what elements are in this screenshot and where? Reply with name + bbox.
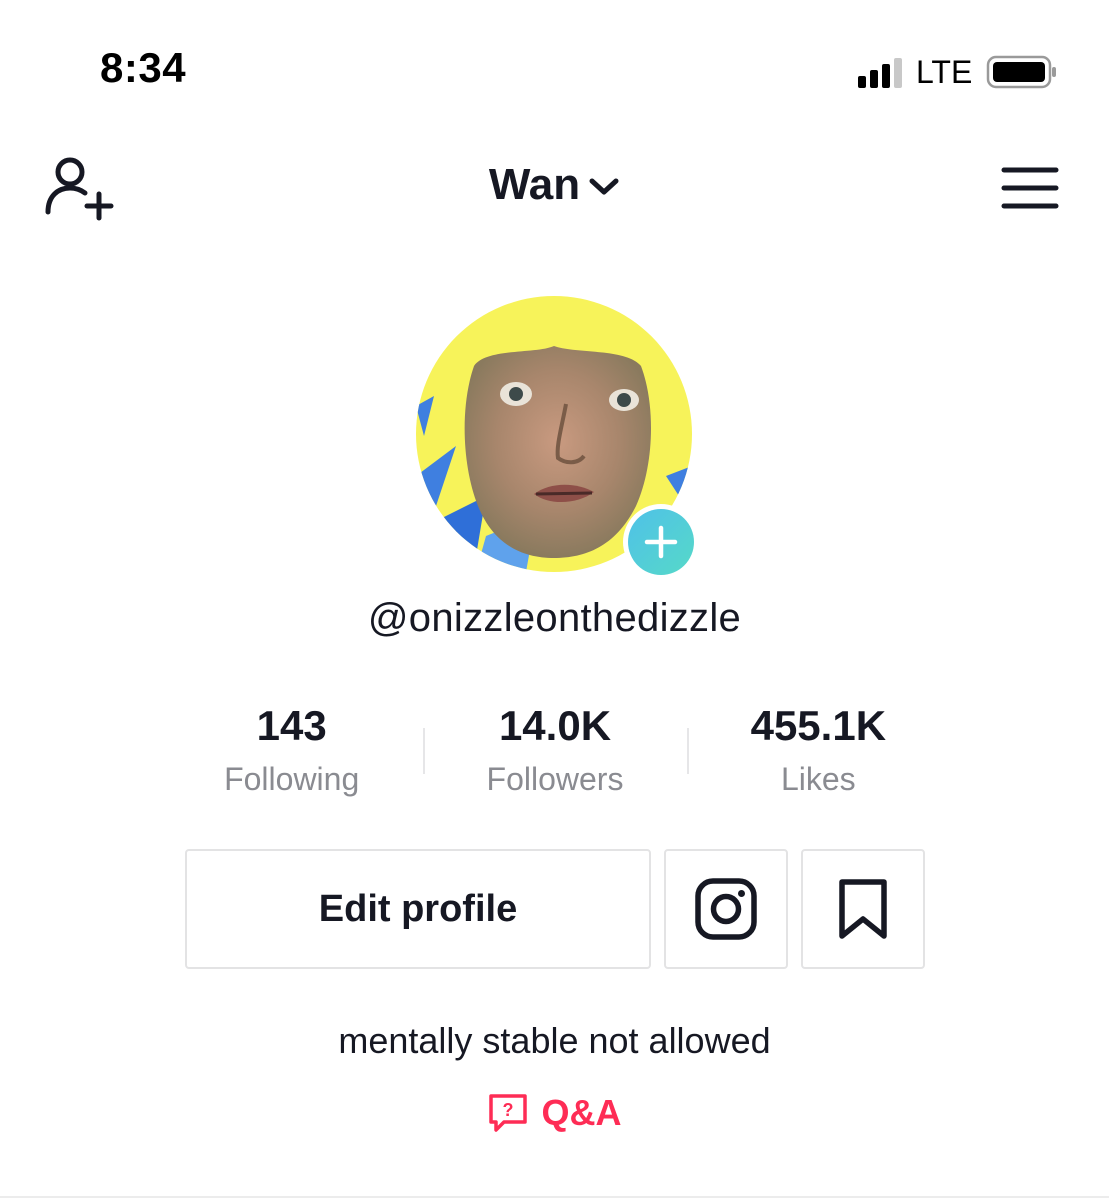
account-switcher[interactable]: Wan bbox=[0, 160, 1109, 210]
account-name: Wan bbox=[488, 160, 581, 209]
stat-value: 14.0K bbox=[498, 702, 612, 749]
qa-link[interactable]: ? Q&A bbox=[0, 1092, 1109, 1134]
add-avatar-button[interactable] bbox=[623, 504, 699, 580]
stat-label: Likes bbox=[780, 761, 856, 797]
username: @onizzleonthedizzle bbox=[367, 596, 742, 640]
stat-label: Following bbox=[224, 761, 360, 797]
divider bbox=[0, 1196, 1109, 1198]
edit-profile-label: Edit profile bbox=[318, 887, 518, 930]
plus-icon bbox=[628, 509, 694, 575]
battery-icon bbox=[987, 55, 1057, 89]
qa-label: Q&A bbox=[541, 1092, 622, 1133]
stat-likes[interactable]: 455.1K Likes bbox=[686, 700, 950, 804]
bookmark-icon bbox=[839, 879, 887, 939]
favorites-button[interactable] bbox=[801, 849, 925, 969]
status-time: 8:34 bbox=[100, 44, 187, 91]
signal-icon bbox=[858, 56, 906, 88]
hamburger-menu-icon[interactable] bbox=[1000, 164, 1060, 212]
bio: mentally stable not allowed bbox=[338, 1020, 771, 1061]
status-indicators: LTE bbox=[858, 52, 1058, 92]
stat-value: 455.1K bbox=[750, 702, 887, 749]
stat-value: 143 bbox=[256, 702, 327, 749]
svg-text:?: ? bbox=[502, 1100, 513, 1120]
chevron-down-icon bbox=[589, 178, 619, 195]
stat-followers[interactable]: 14.0K Followers bbox=[423, 700, 686, 804]
instagram-button[interactable] bbox=[664, 849, 788, 969]
question-bubble-icon: ? bbox=[488, 1094, 527, 1132]
network-type: LTE bbox=[916, 53, 973, 90]
stat-label: Followers bbox=[486, 761, 624, 797]
edit-profile-button[interactable]: Edit profile bbox=[185, 849, 651, 969]
instagram-icon bbox=[695, 878, 757, 940]
stat-following[interactable]: 143 Following bbox=[160, 700, 423, 804]
stats-row: 143 Following 14.0K Followers 455.1K Lik… bbox=[160, 700, 950, 804]
